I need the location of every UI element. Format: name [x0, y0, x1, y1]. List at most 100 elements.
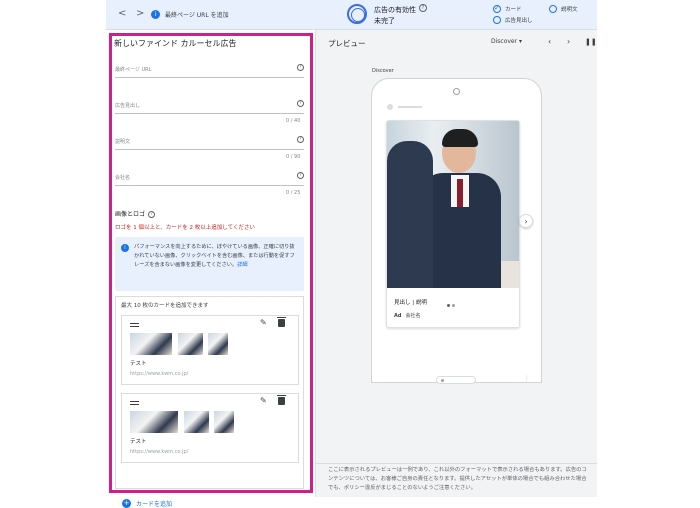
divider: [316, 463, 597, 464]
card-name: テスト: [130, 439, 147, 445]
final-url-field[interactable]: 最終ページ URL ?: [115, 64, 304, 78]
description-field[interactable]: 説明文 ?: [115, 136, 304, 150]
effectiveness-ring-icon: [347, 4, 367, 24]
edit-icon[interactable]: ✎: [260, 396, 267, 405]
section-title-text: 画像とロゴ: [115, 211, 146, 218]
help-icon[interactable]: ?: [419, 4, 427, 12]
effectiveness-title: 広告の有効性: [374, 6, 416, 14]
top-bar: < > i 最終ページ URL を追加 広告の有効性 ? 未完了 カード 説明文…: [106, 0, 597, 30]
prev-preview-icon[interactable]: ‹: [548, 37, 551, 46]
delete-icon[interactable]: [277, 317, 286, 327]
ad-image: [387, 121, 519, 288]
field-label: 説明文: [115, 139, 131, 145]
circle-icon: [493, 16, 501, 24]
check-headline: 広告見出し: [493, 16, 533, 24]
preview-panel: プレビュー Discover ▾ ‹ › ❚❚ Discover 見出し | 説…: [316, 30, 597, 497]
ad-form-panel: 新しいファインド カルーセル広告 最終ページ URL ? 広告見出し ? 0 /…: [106, 30, 316, 508]
card-name: テスト: [130, 361, 147, 367]
card-image-thumbnail: [178, 333, 203, 355]
check-label: カード: [505, 7, 522, 13]
add-card-label: カードを追加: [136, 501, 173, 508]
cards-header: 最大 10 枚のカードを追加できます: [121, 303, 209, 309]
placement-dropdown[interactable]: Discover ▾: [491, 38, 522, 45]
text-placeholder: [398, 106, 422, 108]
carousel-card: ✎ テスト https://www.kwm.co.jp/: [121, 315, 299, 385]
photo-foreground-person: [387, 141, 433, 288]
learn-more-link[interactable]: 詳細: [237, 262, 247, 268]
ad-headline: 見出し | 説明: [394, 300, 427, 306]
check-label: 広告見出し: [505, 18, 533, 24]
ads-editor: < > i 最終ページ URL を追加 広告の有効性 ? 未完了 カード 説明文…: [106, 0, 597, 508]
photo-tie: [457, 179, 463, 207]
circle-icon: [549, 5, 557, 13]
drag-handle-icon[interactable]: [130, 401, 139, 405]
cards-container: 最大 10 枚のカードを追加できます ✎ テスト https://www.kwm…: [115, 296, 304, 489]
check-cards: カード: [493, 4, 522, 13]
help-icon[interactable]: ?: [148, 211, 156, 218]
field-label: 広告見出し: [115, 103, 141, 109]
ad-attribution: Ad 会社名: [394, 312, 420, 319]
phone-mockup: 見出し | 説明 Ad 会社名 › ⋮: [371, 78, 543, 384]
phone-bottom-bar: ⋮: [372, 375, 543, 384]
help-icon[interactable]: ?: [297, 100, 304, 107]
home-pill: [436, 376, 476, 384]
headline-counter: 0 / 40: [286, 118, 301, 124]
add-card-button[interactable]: + カードを追加: [122, 499, 172, 508]
card-image-thumbnail: [184, 411, 209, 433]
next-preview-icon[interactable]: ›: [567, 37, 570, 46]
preview-ad-card: 見出し | 説明 Ad 会社名: [386, 120, 520, 328]
field-label: 最終ページ URL: [115, 67, 152, 73]
form-title: 新しいファインド カルーセル広告: [114, 39, 237, 48]
help-icon[interactable]: ?: [297, 64, 304, 71]
carousel-card: ✎ テスト https://www.kwm.co.jp/: [121, 393, 299, 463]
preview-disclaimer: ここに表示されるプレビューは一例であり、これ以外のフォーマットで表示される場合も…: [328, 467, 587, 491]
business-name-counter: 0 / 25: [286, 190, 301, 196]
more-icon[interactable]: ⋮: [524, 375, 530, 382]
description-counter: 0 / 90: [286, 154, 301, 160]
help-icon[interactable]: ?: [297, 172, 304, 179]
image-quality-notice: i パフォーマンスを向上するために、ぼやけている画像、正確に切り抜かれていない画…: [115, 237, 304, 291]
feed-header: [383, 103, 530, 111]
card-image-thumbnail: [214, 411, 234, 433]
forward-arrow-icon[interactable]: >: [136, 8, 144, 19]
pause-icon[interactable]: ❚❚: [585, 38, 597, 46]
dot: [447, 304, 450, 307]
plus-icon: +: [122, 499, 131, 508]
screenshot-root: < > i 最終ページ URL を追加 広告の有効性 ? 未完了 カード 説明文…: [0, 0, 700, 508]
ad-badge: Ad: [394, 313, 402, 319]
camera-icon: [453, 88, 460, 95]
requirement-message: ロゴを 1 個以上と、カードを 2 枚以上追加してください: [115, 225, 255, 231]
final-url-notice: 最終ページ URL を追加: [165, 12, 229, 19]
notice-text: パフォーマンスを向上するために、ぼやけている画像、正確に切り抜かれていない画像、…: [134, 243, 299, 270]
card-image-thumbnail: [130, 333, 172, 355]
help-icon[interactable]: ?: [297, 136, 304, 143]
card-image-thumbnail: [130, 411, 178, 433]
placement-value: Discover: [491, 38, 518, 45]
card-url: https://www.kwm.co.jp/: [130, 449, 189, 455]
info-icon: i: [121, 244, 129, 252]
field-label: 会社名: [115, 175, 131, 181]
back-arrow-icon[interactable]: <: [118, 8, 126, 19]
discover-label: Discover: [372, 68, 394, 74]
carousel-next-icon[interactable]: ›: [519, 214, 533, 228]
headline-field[interactable]: 広告見出し ?: [115, 100, 304, 114]
card-url: https://www.kwm.co.jp/: [130, 371, 189, 377]
effectiveness-status: 未完了: [374, 17, 395, 25]
preview-title: プレビュー: [328, 39, 366, 48]
carousel-dots: [447, 292, 461, 307]
business-name-field[interactable]: 会社名 ?: [115, 172, 304, 186]
notice-body: パフォーマンスを向上するために、ぼやけている画像、正確に切り抜かれていない画像、…: [134, 244, 295, 268]
photo-hair: [442, 129, 478, 147]
ad-company: 会社名: [405, 313, 421, 319]
edit-icon[interactable]: ✎: [260, 318, 267, 327]
info-icon: i: [151, 10, 160, 19]
avatar-placeholder: [387, 104, 393, 110]
drag-handle-icon[interactable]: [130, 323, 139, 327]
card-image-thumbnail: [208, 333, 228, 355]
check-circle-icon: [493, 4, 501, 13]
dot: [452, 304, 455, 307]
delete-icon[interactable]: [277, 395, 286, 405]
images-section-title: 画像とロゴ?: [115, 209, 156, 218]
check-description: 説明文: [549, 5, 578, 13]
check-label: 説明文: [561, 7, 578, 13]
